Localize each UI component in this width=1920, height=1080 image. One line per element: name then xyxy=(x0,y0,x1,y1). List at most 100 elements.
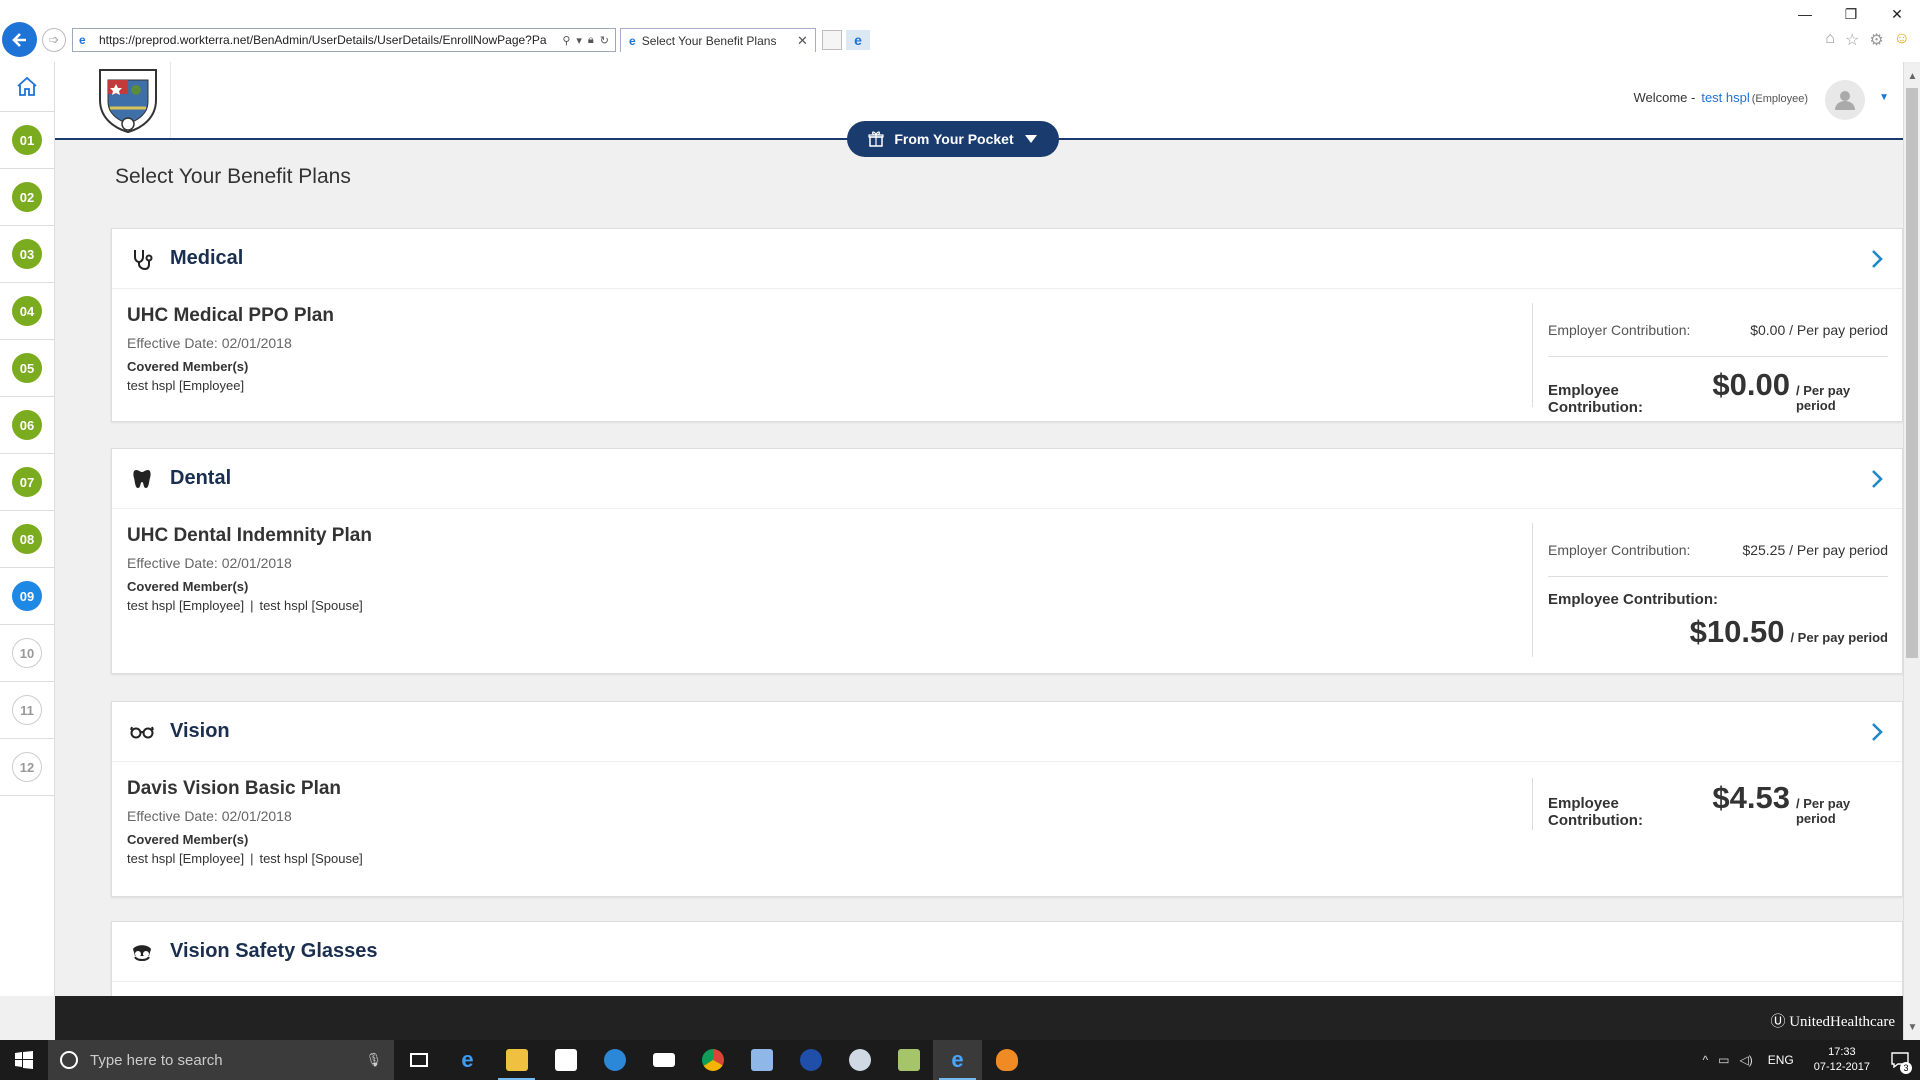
scroll-down-icon[interactable]: ▼ xyxy=(1904,1019,1920,1036)
effective-date: Effective Date: 02/01/2018 xyxy=(127,335,334,351)
step-number: 04 xyxy=(12,296,42,326)
ie-taskbar-button[interactable]: e xyxy=(933,1040,982,1080)
forward-button[interactable]: ➩ xyxy=(42,28,66,52)
gear-icon[interactable]: ⚙ xyxy=(1869,30,1883,50)
refresh-icon[interactable]: ↻ xyxy=(600,34,609,47)
ie-favicon-icon: e xyxy=(629,33,636,48)
lock-icon[interactable]: 🔒︎ xyxy=(588,34,594,47)
member: test hspl [Employee] xyxy=(127,851,245,866)
city-logo[interactable] xyxy=(85,62,171,138)
step-08[interactable]: 08 xyxy=(0,511,54,568)
scroll-thumb[interactable] xyxy=(1906,88,1918,658)
app-button-4[interactable] xyxy=(884,1040,933,1080)
home-icon[interactable]: ⌂ xyxy=(1825,30,1835,50)
network-icon[interactable]: ▭ xyxy=(1718,1053,1729,1067)
app-button-1[interactable] xyxy=(590,1040,639,1080)
windows-icon xyxy=(15,1051,33,1069)
step-01[interactable]: 01 xyxy=(0,112,54,169)
category-title: Vision xyxy=(170,720,230,742)
language-indicator[interactable]: ENG xyxy=(1768,1053,1794,1067)
app-button-2[interactable] xyxy=(737,1040,786,1080)
plan-card-header[interactable]: Vision Safety Glasses xyxy=(112,922,1902,982)
store-button[interactable] xyxy=(541,1040,590,1080)
search-icon[interactable]: ⚲ xyxy=(562,34,570,47)
step-06[interactable]: 06 xyxy=(0,397,54,454)
employer-label: Employer Contribution: xyxy=(1548,321,1691,338)
employer-contribution-row: Employer Contribution: $25.25 / Per pay … xyxy=(1548,523,1888,577)
step-number: 06 xyxy=(12,410,42,440)
step-04[interactable]: 04 xyxy=(0,283,54,340)
taskbar-search[interactable]: Type here to search 🎙︎ xyxy=(48,1040,394,1080)
user-name[interactable]: test hspl xyxy=(1701,90,1749,105)
paint-icon xyxy=(848,1049,871,1071)
step-number: 09 xyxy=(12,581,42,611)
browser-tab[interactable]: e Select Your Benefit Plans ✕ xyxy=(620,28,816,52)
favorites-star-icon[interactable]: ☆ xyxy=(1845,30,1859,50)
home-icon xyxy=(17,76,37,96)
effective-value: 02/01/2018 xyxy=(221,808,292,824)
clock[interactable]: 17:33 07-12-2017 xyxy=(1814,1045,1870,1075)
employer-label: Employer Contribution: xyxy=(1548,541,1691,558)
safety-glasses-icon xyxy=(130,940,154,964)
user-menu-caret-icon[interactable]: ▼ xyxy=(1879,92,1889,103)
task-view-button[interactable] xyxy=(394,1040,443,1080)
paint-button[interactable] xyxy=(835,1040,884,1080)
step-12[interactable]: 12 xyxy=(0,739,54,796)
restore-icon[interactable]: ❐ xyxy=(1828,0,1874,28)
chevron-right-icon[interactable] xyxy=(1852,469,1902,489)
dropdown-icon[interactable]: ▾ xyxy=(576,34,582,47)
back-button[interactable] xyxy=(2,22,37,57)
plan-name: UHC Dental Indemnity Plan xyxy=(127,525,372,546)
chevron-right-icon[interactable] xyxy=(1852,249,1902,269)
plan-card-medical: Medical UHC Medical PPO Plan Effective D… xyxy=(111,228,1903,422)
edge-icon: e xyxy=(461,1047,474,1072)
close-icon[interactable]: ✕ xyxy=(1874,0,1920,28)
plan-card-header[interactable]: Medical xyxy=(112,229,1902,289)
employee-contribution-row: Employee Contribution: $0.00 / Per pay p… xyxy=(1548,367,1888,416)
tooth-icon xyxy=(130,467,154,491)
mail-button[interactable] xyxy=(639,1040,688,1080)
url-text[interactable]: https://preprod.workterra.net/BenAdmin/U… xyxy=(99,33,556,47)
home-button[interactable] xyxy=(0,62,54,112)
step-11[interactable]: 11 xyxy=(0,682,54,739)
plan-card-dental: Dental UHC Dental Indemnity Plan Effecti… xyxy=(111,448,1903,674)
step-05[interactable]: 05 xyxy=(0,340,54,397)
city-seal-icon xyxy=(98,69,157,134)
ie-favicon-icon: e xyxy=(79,33,86,47)
scroll-up-icon[interactable]: ▲ xyxy=(1904,68,1920,85)
notification-count: 3 xyxy=(1900,1062,1912,1074)
page-title: Select Your Benefit Plans xyxy=(115,165,351,188)
address-bar[interactable]: e https://preprod.workterra.net/BenAdmin… xyxy=(72,28,616,52)
clock-date: 07-12-2017 xyxy=(1813,1061,1870,1073)
step-03[interactable]: 03 xyxy=(0,226,54,283)
feedback-smiley-icon[interactable]: ☺ xyxy=(1894,30,1910,50)
edge-taskbar-button[interactable]: e xyxy=(443,1040,492,1080)
step-07[interactable]: 07 xyxy=(0,454,54,511)
arrow-left-icon xyxy=(11,32,26,47)
edge-icon[interactable]: e xyxy=(846,30,870,50)
step-10[interactable]: 10 xyxy=(0,625,54,682)
step-02[interactable]: 02 xyxy=(0,169,54,226)
step-09[interactable]: 09 xyxy=(0,568,54,625)
microphone-icon[interactable]: 🎙︎ xyxy=(365,1052,382,1068)
minimize-icon[interactable]: — xyxy=(1782,0,1828,28)
category-title: Dental xyxy=(170,467,232,489)
chevron-right-icon[interactable] xyxy=(1852,722,1902,742)
app-footer: Ⓤ UnitedHealthcare xyxy=(55,996,1903,1040)
plan-card-header[interactable]: Vision xyxy=(112,702,1902,762)
action-center-button[interactable]: 3 xyxy=(1880,1040,1920,1080)
chevron-up-icon[interactable]: ^ xyxy=(1702,1053,1708,1067)
cortana-icon xyxy=(60,1051,78,1069)
avatar[interactable] xyxy=(1825,80,1865,120)
chrome-button[interactable] xyxy=(688,1040,737,1080)
plan-card-header[interactable]: Dental xyxy=(112,449,1902,509)
scrollbar[interactable]: ▲ ▼ xyxy=(1903,62,1920,1040)
app-button-3[interactable] xyxy=(786,1040,835,1080)
volume-icon[interactable]: ◁) xyxy=(1739,1053,1752,1067)
start-button[interactable] xyxy=(0,1040,48,1080)
new-tab-button[interactable] xyxy=(822,30,842,50)
file-explorer-button[interactable] xyxy=(492,1040,541,1080)
app-button-5[interactable] xyxy=(982,1040,1031,1080)
close-tab-icon[interactable]: ✕ xyxy=(797,33,815,49)
member: test hspl [Spouse] xyxy=(259,851,363,866)
